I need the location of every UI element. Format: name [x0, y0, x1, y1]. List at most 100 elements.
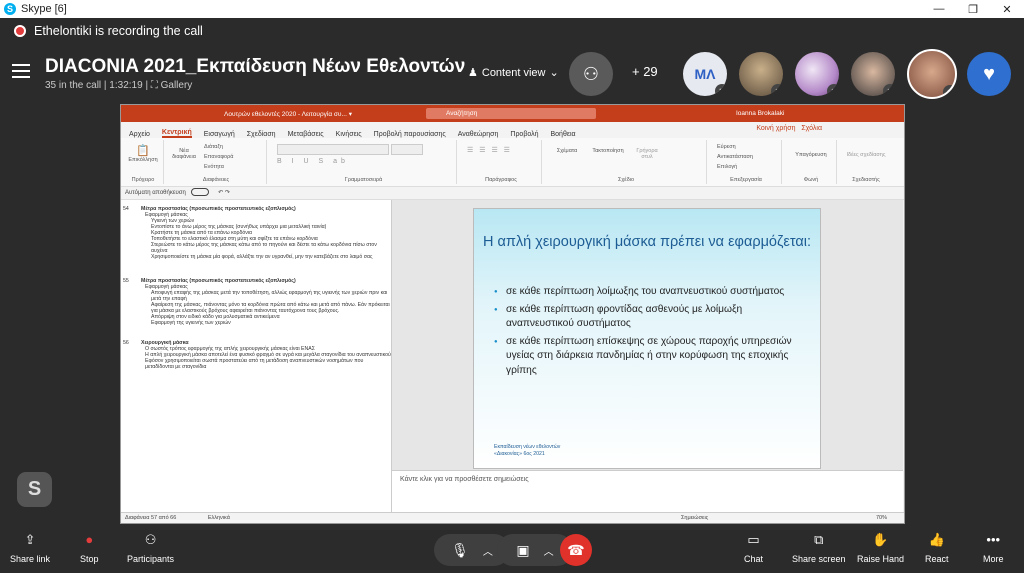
- add-participant-button[interactable]: ⚇: [569, 52, 613, 96]
- avatar[interactable]: ✕: [739, 52, 783, 96]
- participant-count[interactable]: + 29: [632, 64, 658, 79]
- slide-title: Η απλή χειρουργική μάσκα πρέπει να εφαρμ…: [482, 234, 812, 250]
- tab-animations[interactable]: Κινήσεις: [336, 131, 362, 138]
- share-link-button[interactable]: ⇪ Share link: [10, 532, 50, 564]
- layout-button[interactable]: Διάταξη: [204, 144, 223, 150]
- avatar[interactable]: ΜΛ ✕: [683, 52, 727, 96]
- paste-icon[interactable]: 📋: [123, 140, 163, 157]
- current-slide[interactable]: Η απλή χειρουργική μάσκα πρέπει να εφαρμ…: [473, 208, 821, 469]
- menu-icon[interactable]: [12, 64, 30, 78]
- maximize-button[interactable]: ❐: [956, 0, 990, 18]
- status-language[interactable]: Ελληνικά: [208, 515, 230, 521]
- new-slide-button[interactable]: Νέα διαφάνεια: [170, 148, 198, 160]
- dictate-button[interactable]: Υπαγόρευση: [790, 152, 832, 158]
- arrange-button[interactable]: Τακτοποίηση: [588, 148, 628, 154]
- font-name-select[interactable]: [277, 144, 389, 155]
- muted-mic-icon: ✕: [883, 84, 895, 96]
- tab-transitions[interactable]: Μεταβάσεις: [288, 131, 324, 138]
- avatar[interactable]: ✕: [851, 52, 895, 96]
- record-stop-icon: ●: [85, 532, 94, 547]
- shapes-button[interactable]: Σχέματα: [550, 148, 584, 154]
- outline-item: Αποφυγή επαφής της μάσκας μετά την τοποθ…: [151, 290, 388, 302]
- raise-hand-button[interactable]: ✋ Raise Hand: [857, 532, 904, 564]
- select-button[interactable]: Επιλογή: [717, 164, 737, 170]
- muted-mic-icon: ✕: [771, 84, 783, 96]
- call-subtitle[interactable]: 35 in the call | 1:32:19 | ⛶ Gallery: [45, 80, 192, 91]
- share-screen-button[interactable]: ⧉ Share screen: [792, 532, 846, 564]
- avatar[interactable]: ✕: [795, 52, 839, 96]
- avatar-active-speaker[interactable]: ✕: [907, 49, 957, 99]
- group-label: Γραμματοσειρά: [344, 177, 383, 183]
- add-person-icon: ⚇: [582, 63, 600, 84]
- chevron-up-icon[interactable]: ︿: [544, 543, 554, 558]
- paragraph-buttons[interactable]: ☰ ☰ ☰ ☰: [467, 146, 512, 154]
- replace-button[interactable]: Αντικατάσταση: [717, 154, 753, 160]
- autosave-label: Αυτόματη αποθήκευση: [125, 190, 186, 196]
- slide-footer-line: «Διακονίας» 6ος 2021: [494, 451, 545, 457]
- notes-pane[interactable]: Κάντε κλικ για να προσθέσετε σημειώσεις: [392, 470, 903, 512]
- quick-styles-button[interactable]: Γρήγορα στυλ: [632, 148, 662, 160]
- chat-label: Chat: [744, 554, 764, 564]
- close-button[interactable]: ✕: [990, 0, 1024, 18]
- font-size-select[interactable]: [391, 144, 423, 155]
- ppt-search-box[interactable]: Αναζήτηση: [426, 108, 596, 119]
- reset-button[interactable]: Επαναφορά: [204, 154, 233, 160]
- chat-button[interactable]: ▭ Chat: [744, 532, 763, 564]
- participants-button[interactable]: ⚇ Participants: [127, 532, 174, 564]
- mic-muted-icon[interactable]: 🎙: [451, 542, 469, 559]
- phone-hangup-icon: ☎: [567, 541, 585, 558]
- paste-button[interactable]: Επικόλληση: [123, 157, 163, 163]
- outline-pane[interactable]: 54 Μέτρα προστασίας (προσωπικός προστατε…: [121, 200, 392, 512]
- autosave-toggle[interactable]: [190, 188, 209, 197]
- ppt-share-button[interactable]: Κοινή χρήση Σχόλια: [756, 125, 822, 132]
- content-view-button[interactable]: ♟ Content view ⌄: [468, 66, 559, 80]
- find-button[interactable]: Εύρεση: [717, 144, 736, 150]
- tab-insert[interactable]: Εισαγωγή: [204, 131, 235, 138]
- section-button[interactable]: Ενότητα: [204, 164, 224, 170]
- avatar-organization[interactable]: ♥: [967, 52, 1011, 96]
- ribbon-group-designer: Ιδέες σχεδίασης Σχεδιαστής: [841, 140, 891, 184]
- tab-review[interactable]: Αναθεώρηση: [458, 131, 499, 138]
- tab-home[interactable]: Κεντρική: [161, 129, 192, 138]
- group-label: Φωνή: [803, 177, 819, 183]
- tab-file[interactable]: Αρχείο: [129, 131, 150, 138]
- outline-section: 56 Χειρουργική μάσκα Ο σωστός τρόπος εφα…: [121, 340, 391, 370]
- call-title: DIACONIA 2021_Εκπαίδευση Νέων Εθελοντών: [45, 56, 466, 77]
- react-button[interactable]: 👍 React: [925, 532, 949, 564]
- ppt-status-bar: Διαφάνεια 57 από 66 Ελληνικά Σημειώσεις …: [121, 512, 904, 523]
- group-label: Διαφάνειες: [202, 177, 230, 183]
- outline-slide-number: 55: [123, 278, 129, 284]
- outline-item: Αφαίρεση της μάσκας, πιάνοντας μόνο τα κ…: [151, 302, 390, 314]
- shared-screen-powerpoint: Λουτρών εθελοντές 2020 - Λειτουργία συ..…: [120, 104, 905, 524]
- stop-recording-button[interactable]: ● Stop: [80, 532, 99, 564]
- call-header: DIACONIA 2021_Εκπαίδευση Νέων Εθελοντών …: [0, 44, 1024, 100]
- slide-bullet: σε κάθε περίπτωση φροντίδας ασθενούς με …: [494, 303, 794, 332]
- video-off-icon[interactable]: ▣: [516, 542, 529, 559]
- ppt-ribbon: 📋 Επικόλληση Πρόχειρο Νέα διαφάνεια Διάτ…: [121, 138, 904, 187]
- tab-slideshow[interactable]: Προβολή παρουσίασης: [374, 131, 446, 138]
- status-notes[interactable]: Σημειώσεις: [681, 513, 708, 523]
- hang-up-button[interactable]: ☎: [560, 534, 592, 566]
- tab-view[interactable]: Προβολή: [510, 131, 538, 138]
- font-format-buttons[interactable]: B I U S ab: [277, 158, 349, 165]
- stop-label: Stop: [80, 554, 99, 564]
- slide-bullet: σε κάθε περίπτωση λοίμωξης του αναπνευστ…: [494, 285, 794, 300]
- ppt-comments-label[interactable]: Σχόλια: [801, 125, 822, 132]
- slide-footer-line: Εκπαίδευση νέων εθελοντών: [494, 444, 561, 450]
- hand-icon: ✋: [872, 532, 889, 547]
- skype-float-icon[interactable]: S: [17, 472, 52, 507]
- share-link-label: Share link: [10, 554, 51, 564]
- chevron-up-icon[interactable]: ︿: [483, 543, 493, 558]
- share-icon: ⇪: [24, 532, 36, 547]
- ppt-document-title[interactable]: Λουτρών εθελοντές 2020 - Λειτουργία συ..…: [224, 110, 352, 118]
- status-zoom[interactable]: 70%: [876, 513, 887, 523]
- skype-logo-icon: S: [4, 3, 16, 15]
- design-ideas-button[interactable]: Ιδέες σχεδίασης: [845, 152, 887, 158]
- minimize-button[interactable]: —: [922, 0, 956, 18]
- tab-help[interactable]: Βοήθεια: [551, 131, 576, 138]
- slide-bullet-list: σε κάθε περίπτωση λοίμωξης του αναπνευστ…: [494, 285, 794, 381]
- more-button[interactable]: ••• More: [983, 532, 1004, 564]
- participants-icon: ⚇: [144, 532, 157, 547]
- tab-design[interactable]: Σχεδίαση: [247, 131, 276, 138]
- undo-icon[interactable]: ↶ ↷: [218, 190, 230, 196]
